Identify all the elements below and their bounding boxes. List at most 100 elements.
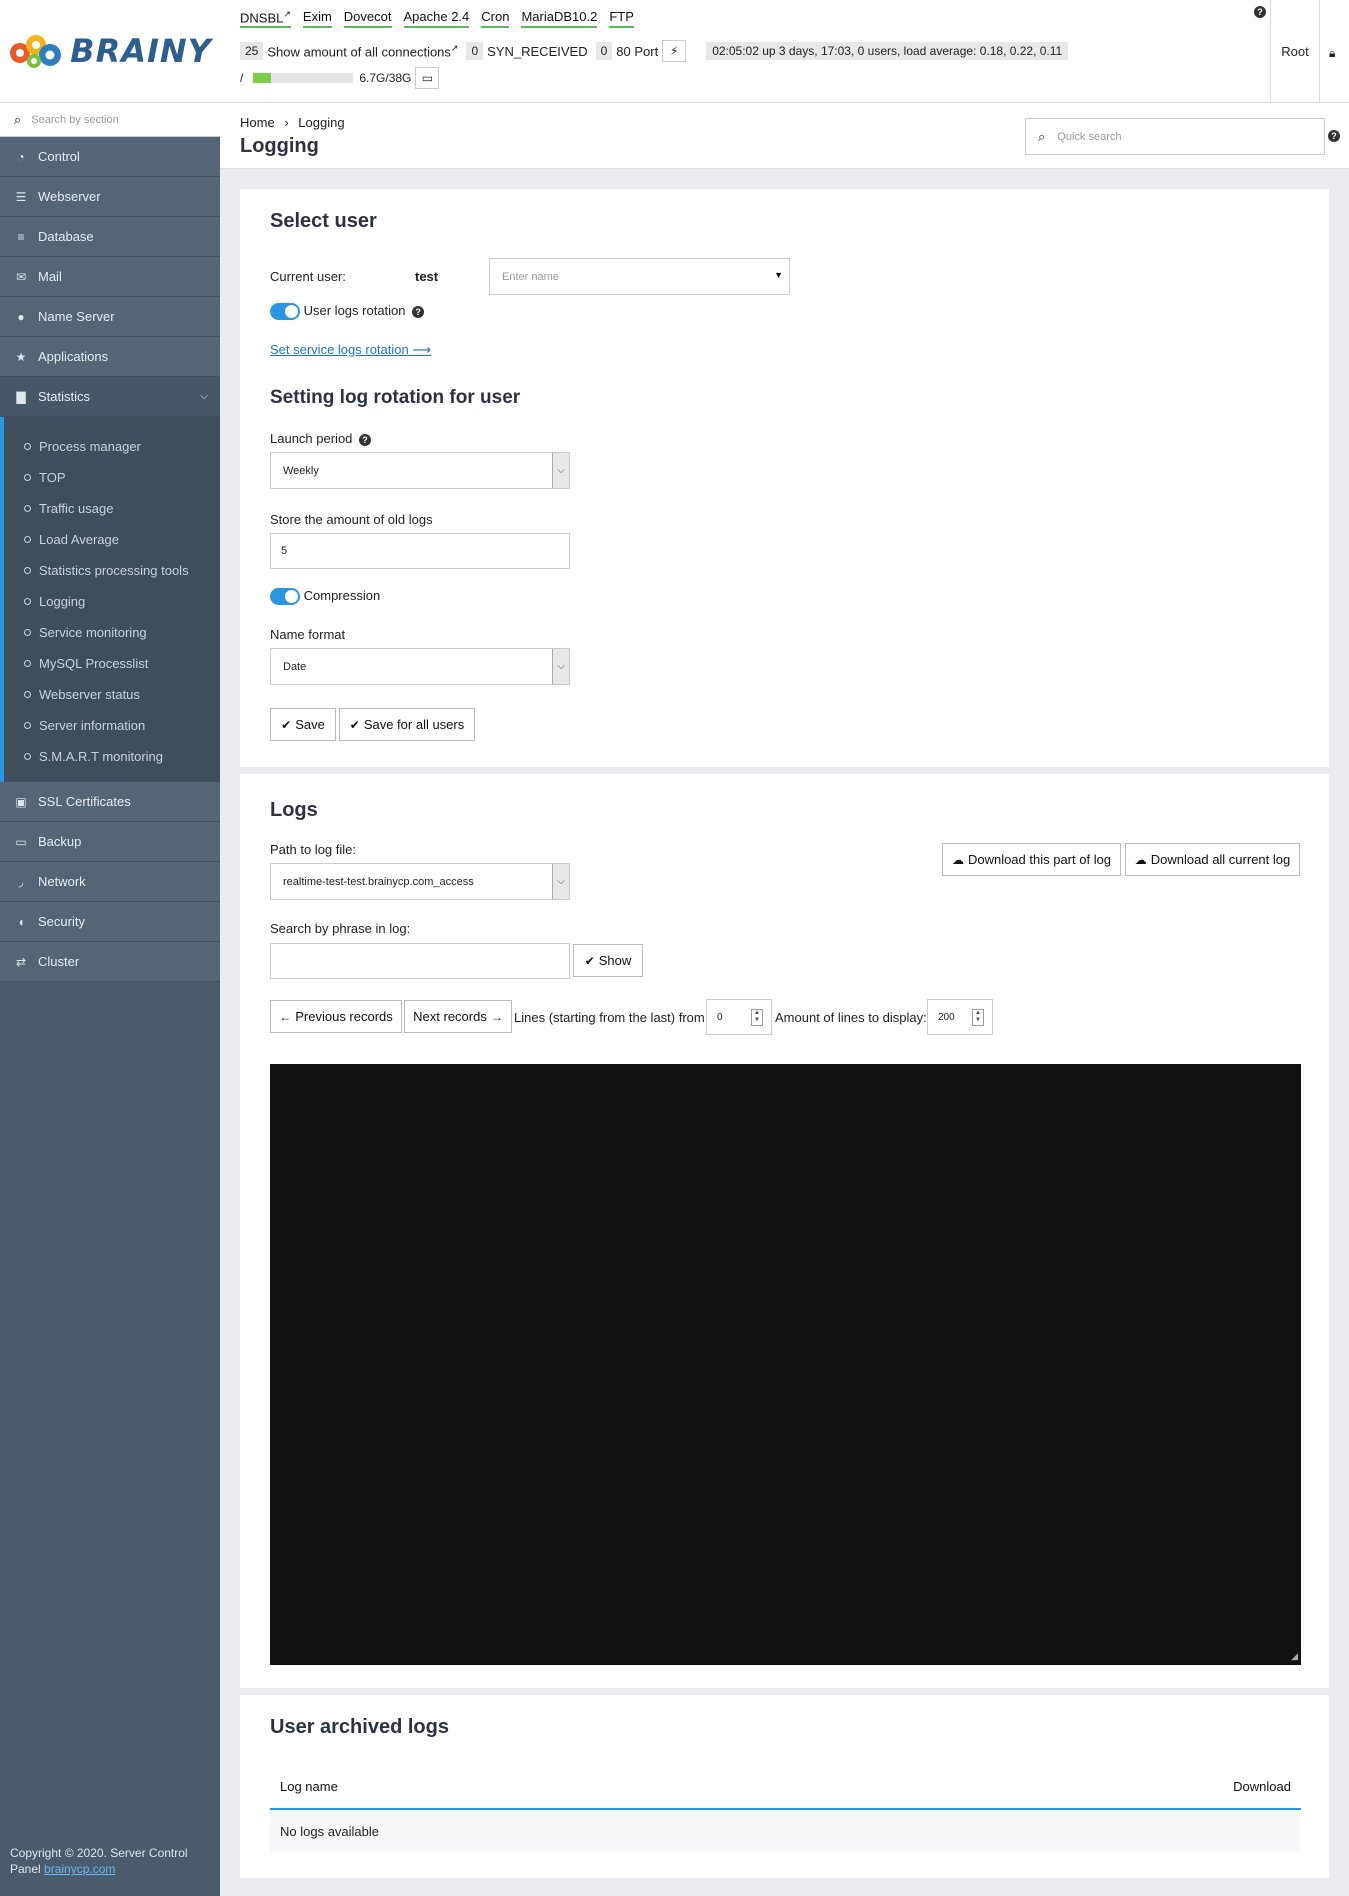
- save-button[interactable]: ✔ Save: [270, 708, 336, 741]
- submenu-item-traffic-usage[interactable]: Traffic usage: [4, 493, 220, 524]
- spinner-arrows-icon[interactable]: ▲ ▼: [751, 1009, 763, 1026]
- circle-icon: [24, 598, 31, 605]
- name-format-select[interactable]: Date ⌵: [270, 648, 570, 685]
- copyright: Copyright © 2020. Server Control Panel b…: [10, 1846, 188, 1876]
- service-exim[interactable]: Exim: [302, 9, 332, 29]
- sidebar-item-backup[interactable]: ▭ Backup: [0, 822, 220, 862]
- service-logs-rotation-link[interactable]: Set service logs rotation ⟶: [270, 342, 431, 358]
- user-menu[interactable]: Root: [1270, 0, 1320, 103]
- circle-icon: [24, 536, 31, 543]
- submenu-item-service-monitoring[interactable]: Service monitoring: [4, 617, 220, 648]
- lines-from-label: Lines (starting from the last) from: [514, 1010, 705, 1025]
- help-icon[interactable]: ?: [359, 433, 372, 446]
- logs-heading: Logs: [270, 799, 318, 821]
- sidebar-item-database[interactable]: ≡ Database: [0, 217, 220, 257]
- service-apache[interactable]: Apache 2.4: [403, 9, 470, 29]
- submenu-item-webserver-status[interactable]: Webserver status: [4, 679, 220, 710]
- connections-row: 25 Show amount of all connections↗ 0 SYN…: [240, 40, 1069, 62]
- sidebar-item-mail[interactable]: ✉ Mail: [0, 257, 220, 297]
- sidebar-item-statistics[interactable]: ▇ Statistics ⌵: [0, 377, 220, 417]
- log-path-select[interactable]: realtime-test-test.brainycp.com_access ⌵: [270, 863, 570, 900]
- sidebar-item-network[interactable]: ◞ Network: [0, 862, 220, 902]
- sidebar-item-name-server[interactable]: ● Name Server: [0, 297, 220, 337]
- submenu-item-smart-monitoring[interactable]: S.M.A.R.T monitoring: [4, 741, 220, 772]
- submenu-item-statistics-tools[interactable]: Statistics processing tools: [4, 555, 220, 586]
- save-all-users-button[interactable]: ✔ Save for all users: [339, 708, 475, 741]
- sidebar-search: ⌕: [0, 103, 220, 137]
- page-head: Home › Logging Logging ⌕ ?: [220, 103, 1349, 169]
- sidebar-item-ssl[interactable]: ▣ SSL Certificates: [0, 782, 220, 822]
- show-button[interactable]: ✔ Show: [573, 944, 643, 977]
- store-old-logs-input[interactable]: 5: [270, 533, 570, 569]
- show-connections-link[interactable]: Show amount of all connections↗: [267, 43, 458, 59]
- statistics-submenu: Process manager TOP Traffic usage Load A…: [0, 417, 220, 782]
- quick-search-input[interactable]: [1057, 130, 1308, 143]
- circle-icon: [24, 474, 31, 481]
- sidebar-item-webserver[interactable]: ☰ Webserver: [0, 177, 220, 217]
- service-dnsbl[interactable]: DNSBL↗: [240, 9, 291, 29]
- hdd-icon: ▭: [421, 71, 434, 85]
- help-icon[interactable]: ?: [1328, 130, 1340, 142]
- name-format-label: Name format: [270, 627, 346, 642]
- sidebar-item-cluster[interactable]: ⇄ Cluster: [0, 942, 220, 982]
- disk-button[interactable]: ▭: [415, 67, 440, 89]
- amount-lines-input[interactable]: 200 ▲ ▼: [927, 999, 993, 1035]
- sidebar-search-input[interactable]: [31, 113, 202, 126]
- logout-lock-icon[interactable]: 🔒︎: [1329, 46, 1335, 61]
- quick-search: ⌕: [1025, 118, 1325, 155]
- resize-grip-icon[interactable]: ◢: [1291, 1651, 1298, 1662]
- service-mariadb[interactable]: MariaDB10.2: [521, 9, 598, 29]
- plug-button[interactable]: ⚡: [662, 40, 687, 62]
- service-cron[interactable]: Cron: [481, 9, 510, 29]
- rss-icon: ◞: [18, 874, 24, 889]
- disk-usage-bar: [253, 73, 354, 83]
- service-dovecot[interactable]: Dovecot: [343, 9, 392, 29]
- launch-period-select[interactable]: Weekly ⌵: [270, 452, 570, 489]
- current-user-value: test: [415, 269, 439, 284]
- path-label: Path to log file:: [270, 842, 356, 857]
- submenu-item-process-manager[interactable]: Process manager: [4, 431, 220, 462]
- user-name-select[interactable]: Enter name ▼: [489, 258, 790, 295]
- user-logs-rotation-toggle[interactable]: [270, 303, 300, 321]
- download-part-button[interactable]: ☁ Download this part of log: [942, 843, 1121, 876]
- breadcrumb: Home › Logging: [240, 115, 345, 130]
- help-icon[interactable]: ?: [412, 305, 425, 318]
- download-all-button[interactable]: ☁ Download all current log: [1125, 843, 1300, 876]
- spinner-arrows-icon[interactable]: ▲ ▼: [972, 1009, 984, 1026]
- lines-from-input[interactable]: 0 ▲ ▼: [706, 999, 772, 1035]
- column-download: Download: [750, 1765, 1301, 1810]
- breadcrumb-home[interactable]: Home: [240, 115, 275, 130]
- logs-panel: Logs Path to log file: realtime-test-tes…: [240, 774, 1329, 1688]
- uptime-info: 02:05:02 up 3 days, 17:03, 0 users, load…: [706, 42, 1069, 60]
- sidebar-item-control[interactable]: ◔ Control: [0, 137, 220, 177]
- previous-records-button[interactable]: ← Previous records: [270, 1000, 402, 1033]
- log-output[interactable]: ◢: [270, 1064, 1301, 1665]
- submenu-item-logging[interactable]: Logging: [4, 586, 220, 617]
- search-phrase-input[interactable]: [270, 943, 570, 979]
- archived-logs-table: Log name Download No logs available: [270, 1765, 1301, 1852]
- compression-toggle[interactable]: [270, 588, 300, 606]
- submenu-item-mysql-processlist[interactable]: MySQL Processlist: [4, 648, 220, 679]
- syn-count: 0: [466, 42, 484, 60]
- chevron-down-icon: ⌵: [200, 391, 208, 402]
- logo-text: BRAINY: [70, 32, 212, 70]
- circle-icon: [24, 691, 31, 698]
- submenu-item-server-information[interactable]: Server information: [4, 710, 220, 741]
- circle-icon: [24, 443, 31, 450]
- submenu-item-load-average[interactable]: Load Average: [4, 524, 220, 555]
- service-status-row: DNSBL↗ Exim Dovecot Apache 2.4 Cron Mari…: [240, 9, 634, 29]
- server-icon: ☰: [15, 189, 27, 204]
- search-icon: ⌕: [14, 111, 22, 127]
- help-icon[interactable]: ?: [1254, 6, 1266, 18]
- sidebar-item-applications[interactable]: ★ Applications: [0, 337, 220, 377]
- submenu-item-top[interactable]: TOP: [4, 462, 220, 493]
- top-header: DNSBL↗ Exim Dovecot Apache 2.4 Cron Mari…: [220, 0, 1349, 103]
- logo[interactable]: BRAINY: [0, 0, 220, 103]
- check-icon: ✔: [584, 953, 595, 968]
- exchange-icon: ⇄: [15, 954, 27, 969]
- next-records-button[interactable]: Next records →: [404, 1000, 512, 1033]
- caret-down-icon: ▼: [774, 270, 783, 280]
- sidebar-item-security[interactable]: ◖ Security: [0, 902, 220, 942]
- copyright-link[interactable]: brainycp.com: [44, 1862, 115, 1876]
- service-ftp[interactable]: FTP: [609, 9, 634, 29]
